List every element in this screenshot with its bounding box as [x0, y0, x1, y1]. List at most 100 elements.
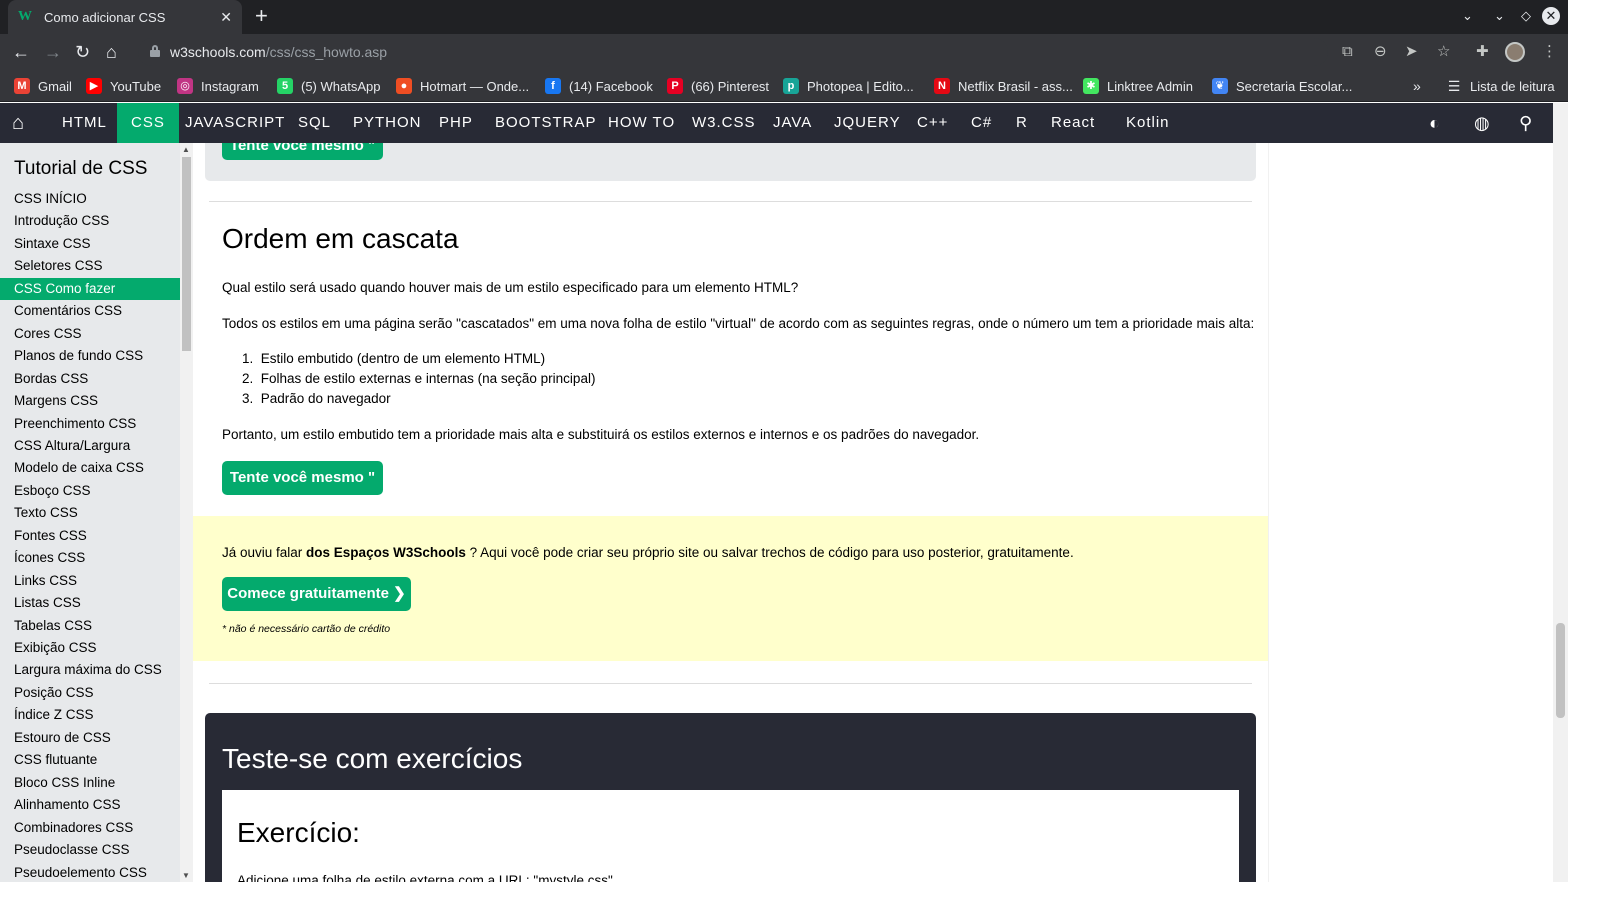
bookmark-pinterest[interactable]: P (66) Pinterest [667, 78, 769, 94]
nav-item-kotlin[interactable]: Kotlin [1112, 103, 1184, 143]
sidebar-item[interactable]: CSS INÍCIO [0, 188, 180, 210]
url-text[interactable]: w3schools.com/css/css_howto.asp [170, 44, 387, 60]
send-icon[interactable]: ➤ [1405, 43, 1418, 61]
sidebar-item[interactable]: Exibição CSS [0, 637, 180, 659]
browser-tab[interactable]: W Como adicionar CSS ✕ [8, 0, 242, 34]
nav-item-html[interactable]: HTML [48, 103, 121, 143]
bookmark-netflix[interactable]: N Netflix Brasil - ass... [934, 78, 1073, 94]
hotmart-icon: ● [396, 78, 412, 94]
sidebar-item[interactable]: Esboço CSS [0, 480, 180, 502]
sidebar-item[interactable]: Estouro de CSS [0, 727, 180, 749]
page-scrollbar[interactable] [1553, 103, 1568, 882]
sidebar-item[interactable]: Combinadores CSS [0, 817, 180, 839]
scroll-up-arrow-icon[interactable]: ▲ [182, 145, 190, 154]
tab-search-chevron-icon[interactable]: ⌄ [1462, 8, 1473, 24]
sidebar-item[interactable]: Ícones CSS [0, 547, 180, 569]
lock-icon[interactable] [150, 45, 160, 57]
try-it-yourself-button-top[interactable]: Tente você mesmo " [222, 143, 383, 160]
maximize-diamond-icon[interactable]: ◇ [1521, 8, 1531, 24]
nav-item-jquery[interactable]: JQUERY [820, 103, 915, 143]
sidebar-item[interactable]: Introdução CSS [0, 210, 180, 232]
window-close-icon[interactable]: ✕ [1542, 7, 1560, 25]
nav-item-python[interactable]: PYTHON [339, 103, 436, 143]
minimize-chevron-icon[interactable]: ⌄ [1494, 8, 1505, 24]
list-item: 3. Padrão do navegador [242, 391, 391, 406]
bookmark-facebook[interactable]: f (14) Facebook [545, 78, 653, 94]
sidebar-item[interactable]: Texto CSS [0, 502, 180, 524]
profile-avatar[interactable] [1505, 42, 1525, 62]
try-it-yourself-button[interactable]: Tente você mesmo " [222, 461, 383, 495]
nav-item-w3-css[interactable]: W3.CSS [678, 103, 770, 143]
page-scrollbar-thumb[interactable] [1556, 623, 1565, 718]
sidebar-item[interactable]: Posição CSS [0, 682, 180, 704]
nav-item-css[interactable]: CSS [117, 103, 179, 143]
nav-item-how-to[interactable]: HOW TO [594, 103, 689, 143]
bookmark-star-icon[interactable]: ☆ [1437, 43, 1450, 61]
list-item: 2. Folhas de estilo externas e internas … [242, 371, 596, 386]
gmail-icon: M [14, 78, 30, 94]
bookmarks-more-chevrons-icon[interactable]: » [1413, 78, 1421, 94]
bookmark-whatsapp[interactable]: 5 (5) WhatsApp [277, 78, 380, 94]
nav-item-java[interactable]: JAVA [759, 103, 826, 143]
search-icon[interactable]: ⚲ [1519, 113, 1532, 133]
sidebar-item[interactable]: Listas CSS [0, 592, 180, 614]
sidebar-item[interactable]: Largura máxima do CSS [0, 659, 180, 681]
nav-item-c++[interactable]: C++ [903, 103, 962, 143]
translate-icon[interactable]: ⧉ [1342, 43, 1353, 61]
nav-item-react[interactable]: React [1037, 103, 1109, 143]
dark-mode-toggle-icon[interactable]: ◐ [1429, 113, 1440, 133]
extensions-puzzle-icon[interactable]: ✚ [1476, 43, 1489, 61]
sidebar-item[interactable]: CSS flutuante [0, 749, 180, 771]
sidebar-item[interactable]: Modelo de caixa CSS [0, 457, 180, 479]
reload-icon[interactable]: ↻ [75, 41, 90, 63]
sidebar-item[interactable]: Sintaxe CSS [0, 233, 180, 255]
reading-list[interactable]: ☰ Lista de leitura [1446, 78, 1555, 94]
nav-item-bootstrap[interactable]: BOOTSTRAP [481, 103, 611, 143]
bookmark-photopea[interactable]: p Photopea | Edito... [783, 78, 914, 94]
bookmark-instagram[interactable]: ◎ Instagram [177, 78, 259, 94]
sidebar-item[interactable]: Comentários CSS [0, 300, 180, 322]
linktree-icon: ✱ [1083, 78, 1099, 94]
sidebar-item[interactable]: CSS Como fazer [0, 277, 180, 300]
sidebar-item[interactable]: CSS Altura/Largura [0, 435, 180, 457]
bookmark-youtube[interactable]: ▶ YouTube [86, 78, 161, 94]
home-icon[interactable]: ⌂ [106, 41, 117, 63]
address-bar[interactable]: w3schools.com/css/css_howto.asp [138, 38, 1328, 66]
scroll-down-arrow-icon[interactable]: ▼ [182, 871, 190, 880]
globe-icon[interactable]: ◍ [1474, 113, 1490, 133]
bookmark-linktree[interactable]: ✱ Linktree Admin [1083, 78, 1193, 94]
new-tab-plus-icon[interactable]: + [255, 4, 268, 28]
sidebar-item[interactable]: Tabelas CSS [0, 615, 180, 637]
bookmark-gmail[interactable]: M Gmail [14, 78, 72, 94]
nav-item-r[interactable]: R [1002, 103, 1042, 143]
forward-arrow-icon[interactable]: → [44, 41, 62, 63]
sidebar-item[interactable]: Preenchimento CSS [0, 413, 180, 435]
nav-item-c#[interactable]: C# [957, 103, 1006, 143]
sidebar-item[interactable]: Planos de fundo CSS [0, 345, 180, 367]
sidebar-item[interactable]: Bloco CSS Inline [0, 772, 180, 794]
w3-spaces-promo: Já ouviu falar dos Espaços W3Schools ? A… [193, 516, 1268, 661]
sidebar-scrollbar[interactable]: ▲ ▼ [180, 143, 193, 882]
bookmark-secretaria[interactable]: ❦ Secretaria Escolar... [1212, 78, 1352, 94]
close-tab-icon[interactable]: ✕ [220, 9, 232, 26]
sidebar-item[interactable]: Pseudoelemento CSS [0, 862, 180, 883]
sidebar-item[interactable]: Bordas CSS [0, 368, 180, 390]
sidebar-scrollbar-thumb[interactable] [182, 157, 191, 351]
nav-item-php[interactable]: PHP [425, 103, 487, 143]
sidebar-item[interactable]: Fontes CSS [0, 525, 180, 547]
sidebar-item[interactable]: Pseudoclasse CSS [0, 839, 180, 861]
sidebar-item[interactable]: Seletores CSS [0, 255, 180, 277]
nav-item-sql[interactable]: SQL [284, 103, 345, 143]
sidebar-item[interactable]: Alinhamento CSS [0, 794, 180, 816]
home-icon[interactable]: ⌂ [12, 112, 24, 134]
sidebar-item[interactable]: Cores CSS [0, 323, 180, 345]
nav-item-javascript[interactable]: JAVASCRIPT [171, 103, 299, 143]
sidebar-item[interactable]: Links CSS [0, 570, 180, 592]
back-arrow-icon[interactable]: ← [12, 41, 30, 63]
sidebar-item[interactable]: Índice Z CSS [0, 704, 180, 726]
start-free-button[interactable]: Comece gratuitamente ❯ [222, 577, 411, 611]
bookmark-hotmart[interactable]: ● Hotmart — Onde... [396, 78, 529, 94]
sidebar-item[interactable]: Margens CSS [0, 390, 180, 412]
menu-kebab-icon[interactable]: ⋮ [1542, 43, 1557, 61]
zoom-icon[interactable]: ⊖ [1374, 43, 1387, 61]
